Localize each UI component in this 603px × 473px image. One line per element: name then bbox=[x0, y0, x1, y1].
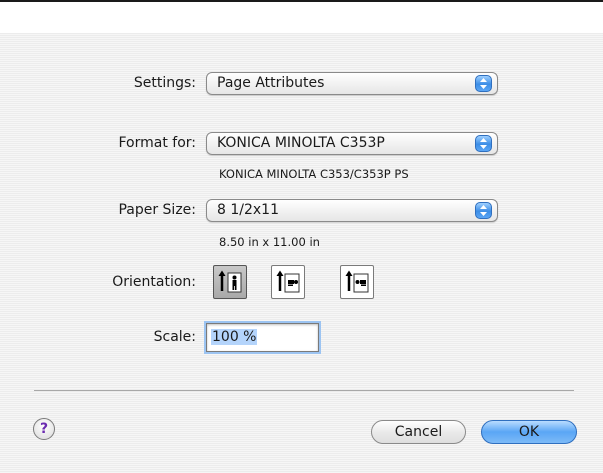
window-top-edge bbox=[0, 0, 603, 2]
format-for-popup-value: KONICA MINOLTA C353P bbox=[217, 135, 385, 151]
scale-label: Scale: bbox=[153, 329, 196, 345]
portrait-orientation-icon bbox=[218, 270, 242, 293]
divider bbox=[34, 390, 574, 391]
paper-size-label: Paper Size: bbox=[118, 202, 196, 218]
ok-button[interactable]: OK bbox=[481, 420, 577, 444]
paper-size-popup-value: 8 1/2x11 bbox=[217, 202, 279, 218]
settings-popup[interactable]: Page Attributes bbox=[206, 72, 498, 95]
page-setup-sheet bbox=[0, 33, 603, 473]
orientation-label: Orientation: bbox=[112, 274, 196, 290]
settings-label: Settings: bbox=[133, 75, 196, 91]
orientation-portrait-button[interactable] bbox=[213, 265, 247, 299]
paper-dimensions: 8.50 in x 11.00 in bbox=[219, 235, 320, 249]
printer-description: KONICA MINOLTA C353/C353P PS bbox=[219, 167, 409, 181]
updown-arrows-icon bbox=[475, 135, 492, 152]
help-icon: ? bbox=[39, 421, 49, 437]
orientation-reverse-landscape-button[interactable] bbox=[340, 265, 374, 299]
updown-arrows-icon bbox=[475, 75, 492, 92]
orientation-landscape-button[interactable] bbox=[271, 265, 305, 299]
help-button[interactable]: ? bbox=[33, 418, 55, 440]
updown-arrows-icon bbox=[475, 202, 492, 219]
format-for-popup[interactable]: KONICA MINOLTA C353P bbox=[206, 132, 498, 155]
scale-input-value: 100 % bbox=[211, 329, 258, 345]
landscape-orientation-icon bbox=[276, 270, 300, 293]
paper-size-popup[interactable]: 8 1/2x11 bbox=[206, 199, 498, 222]
reverse-landscape-orientation-icon bbox=[345, 270, 369, 293]
settings-popup-value: Page Attributes bbox=[217, 75, 325, 91]
format-for-label: Format for: bbox=[118, 135, 196, 151]
cancel-button[interactable]: Cancel bbox=[371, 420, 466, 444]
scale-input[interactable]: 100 % bbox=[206, 323, 319, 352]
